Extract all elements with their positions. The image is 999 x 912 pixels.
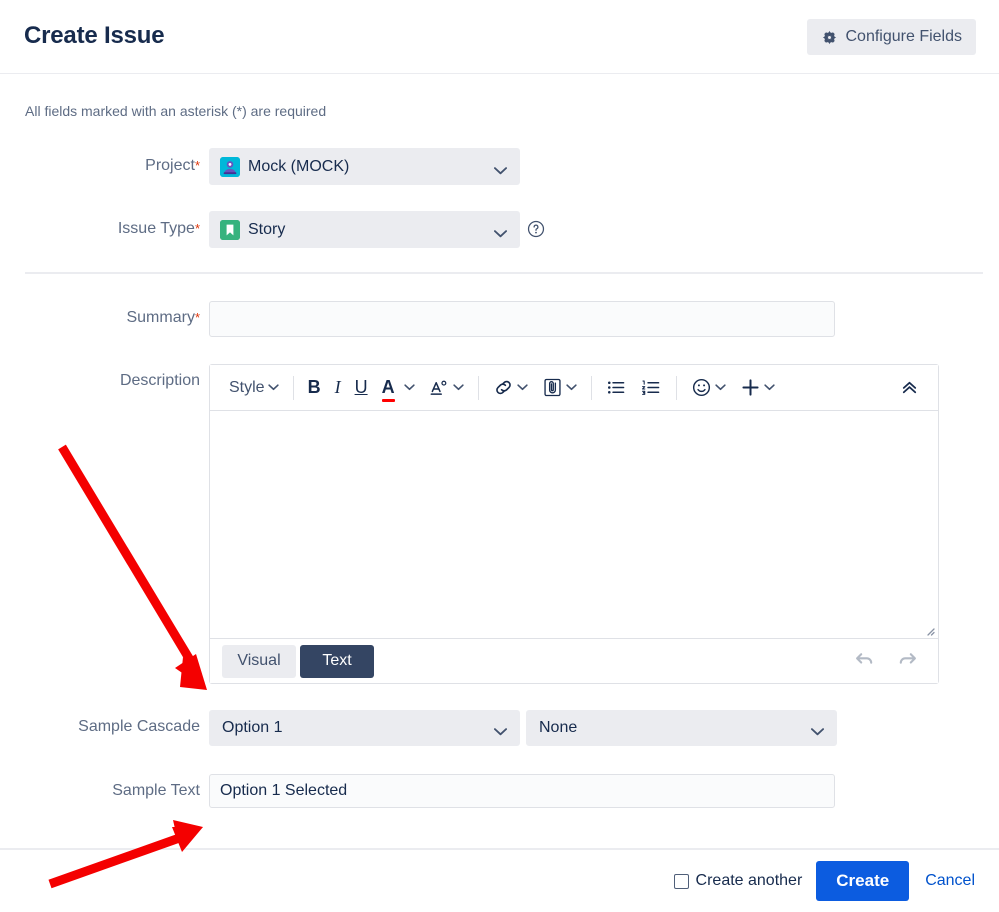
issue-type-select[interactable]: Story <box>209 211 520 248</box>
story-bookmark-icon <box>220 219 240 240</box>
project-avatar-icon <box>220 156 240 177</box>
editor-footer: Visual Text <box>210 638 938 683</box>
dialog-header: Create Issue Configure Fields <box>0 0 999 74</box>
underline-label: U <box>354 377 368 397</box>
chevron-down-icon <box>494 162 507 174</box>
style-dropdown[interactable]: Style <box>222 373 286 403</box>
redo-icon[interactable] <box>896 650 918 673</box>
arrow-to-text-mode-tab <box>58 444 207 690</box>
chevron-double-up-icon <box>900 378 919 397</box>
text-color-icon: A <box>381 377 395 402</box>
bold-button[interactable]: B <box>301 373 328 403</box>
create-button-label: Create <box>836 871 890 890</box>
chevron-down-icon <box>452 384 464 391</box>
gear-icon <box>821 29 838 46</box>
sample-cascade-label: Sample Cascade <box>78 718 200 735</box>
section-divider <box>25 272 983 274</box>
issue-type-select-value: Story <box>248 220 286 238</box>
issue-type-label: Issue Type* <box>117 220 200 237</box>
help-circle-icon[interactable] <box>527 220 545 238</box>
collapse-toolbar-button[interactable] <box>893 373 926 403</box>
toolbar-separator <box>590 375 592 400</box>
description-textarea[interactable] <box>210 411 938 638</box>
project-select-value: Mock (MOCK) <box>248 157 350 175</box>
attachment-dropdown[interactable] <box>535 373 584 403</box>
description-editor: Style B I U A Visual Text <box>209 364 939 684</box>
summary-input[interactable] <box>209 301 835 337</box>
link-icon <box>493 377 514 398</box>
editor-toolbar: Style B I U A <box>210 365 938 411</box>
configure-fields-button[interactable]: Configure Fields <box>806 19 976 55</box>
link-dropdown[interactable] <box>486 373 535 403</box>
required-fields-note: All fields marked with an asterisk (*) a… <box>25 103 327 119</box>
create-another-label: Create another <box>695 872 803 889</box>
bullet-list-button[interactable] <box>599 373 634 403</box>
paperclip-icon <box>542 377 563 398</box>
bold-label: B <box>307 377 321 397</box>
toolbar-separator <box>477 375 479 400</box>
insert-more-dropdown[interactable] <box>733 373 782 403</box>
sample-text-label: Sample Text <box>112 782 200 799</box>
text-color-dropdown[interactable]: A <box>375 373 422 403</box>
underline-button[interactable]: U <box>348 373 375 403</box>
tab-visual[interactable]: Visual <box>222 644 296 678</box>
italic-button[interactable]: I <box>328 373 348 403</box>
toolbar-separator <box>292 375 294 400</box>
chevron-down-icon <box>494 724 507 736</box>
toolbar-separator <box>675 375 677 400</box>
create-another-checkbox[interactable]: Create another <box>673 872 803 890</box>
dialog-footer: Create another Create Cancel <box>0 850 999 912</box>
italic-label: I <box>334 377 341 397</box>
sample-cascade-parent-value: Option 1 <box>222 719 283 736</box>
style-label: Style <box>229 378 265 396</box>
bullet-list-icon <box>606 378 627 397</box>
chevron-down-icon <box>403 384 415 391</box>
plus-icon <box>740 377 761 398</box>
configure-fields-label: Configure Fields <box>845 28 963 45</box>
chevron-down-icon <box>763 384 775 391</box>
numbered-list-icon <box>641 378 662 397</box>
chevron-down-icon <box>516 384 528 391</box>
chevron-down-icon <box>267 384 279 391</box>
sample-cascade-child-value: None <box>539 719 578 736</box>
tab-text[interactable]: Text <box>300 644 374 678</box>
chevron-down-icon <box>565 384 577 391</box>
project-select[interactable]: Mock (MOCK) <box>209 148 520 185</box>
undo-icon[interactable] <box>854 650 876 673</box>
chevron-down-icon <box>811 724 824 736</box>
tab-visual-label: Visual <box>237 652 281 669</box>
issue-type-required-marker: * <box>194 221 200 236</box>
create-issue-dialog: Create Issue Configure Fields All fields… <box>0 0 999 912</box>
page-title: Create Issue <box>24 22 165 49</box>
description-content <box>210 411 938 427</box>
text-effects-dropdown[interactable] <box>422 373 471 403</box>
tab-text-label: Text <box>322 652 352 669</box>
sample-text-input[interactable] <box>209 774 835 808</box>
sample-cascade-child-select[interactable]: None <box>526 710 837 746</box>
description-label: Description <box>119 372 200 389</box>
project-required-marker: * <box>194 158 200 173</box>
emoji-smiley-icon <box>691 377 712 398</box>
chevron-down-icon <box>714 384 726 391</box>
summary-label: Summary* <box>126 309 200 326</box>
emoji-dropdown[interactable] <box>684 373 733 403</box>
resize-grip-handle[interactable] <box>923 623 935 636</box>
summary-required-marker: * <box>194 310 200 325</box>
text-effects-icon <box>429 378 450 397</box>
sample-cascade-parent-select[interactable]: Option 1 <box>209 710 520 746</box>
chevron-down-icon <box>494 225 507 237</box>
create-button[interactable]: Create <box>816 861 910 901</box>
numbered-list-button[interactable] <box>634 373 669 403</box>
project-label: Project* <box>145 157 200 174</box>
create-another-checkbox-box[interactable] <box>673 873 689 889</box>
undo-redo-group <box>854 650 926 673</box>
cancel-link[interactable]: Cancel <box>925 872 975 890</box>
